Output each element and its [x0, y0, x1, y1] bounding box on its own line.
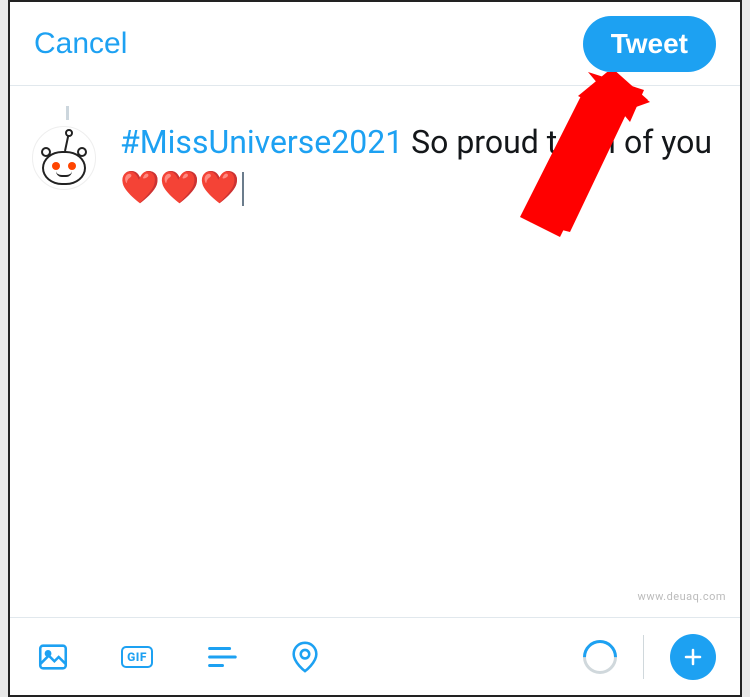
gif-label: GIF	[121, 646, 153, 668]
compose-toolbar: GIF	[10, 617, 740, 695]
avatar[interactable]: r	[32, 126, 96, 190]
tweet-body-before: So pro	[403, 123, 503, 161]
poll-icon[interactable]	[202, 638, 240, 676]
gif-icon[interactable]: GIF	[118, 638, 156, 676]
tweet-body-after: to all of you	[539, 123, 712, 161]
thread-connector	[66, 106, 69, 120]
toolbar-divider	[643, 635, 644, 679]
character-count-circle	[583, 640, 617, 674]
add-thread-button[interactable]	[670, 634, 716, 680]
avatar-badge: r	[94, 145, 96, 177]
location-icon[interactable]	[286, 638, 324, 676]
heart-emojis: ❤️❤️❤️	[120, 168, 240, 206]
tweet-body-covered: ud	[503, 123, 539, 161]
compose-tweet-modal: Cancel Tweet r #MissUniverse2021 So prou…	[8, 0, 742, 697]
header-bar: Cancel Tweet	[10, 2, 740, 86]
avatar-column: r	[32, 106, 102, 597]
watermark: www.deuaq.com	[638, 590, 726, 603]
hashtag-text: #MissUniverse2021	[120, 123, 403, 161]
toolbar-right-group	[583, 634, 716, 680]
compose-area: r #MissUniverse2021 So proud to all of y…	[10, 86, 740, 617]
plus-icon	[681, 645, 705, 669]
tweet-button[interactable]: Tweet	[583, 16, 716, 72]
tweet-text-input[interactable]: #MissUniverse2021 So proud to all of you…	[102, 106, 718, 597]
cancel-button[interactable]: Cancel	[34, 27, 127, 61]
text-cursor	[242, 172, 244, 206]
image-icon[interactable]	[34, 638, 72, 676]
